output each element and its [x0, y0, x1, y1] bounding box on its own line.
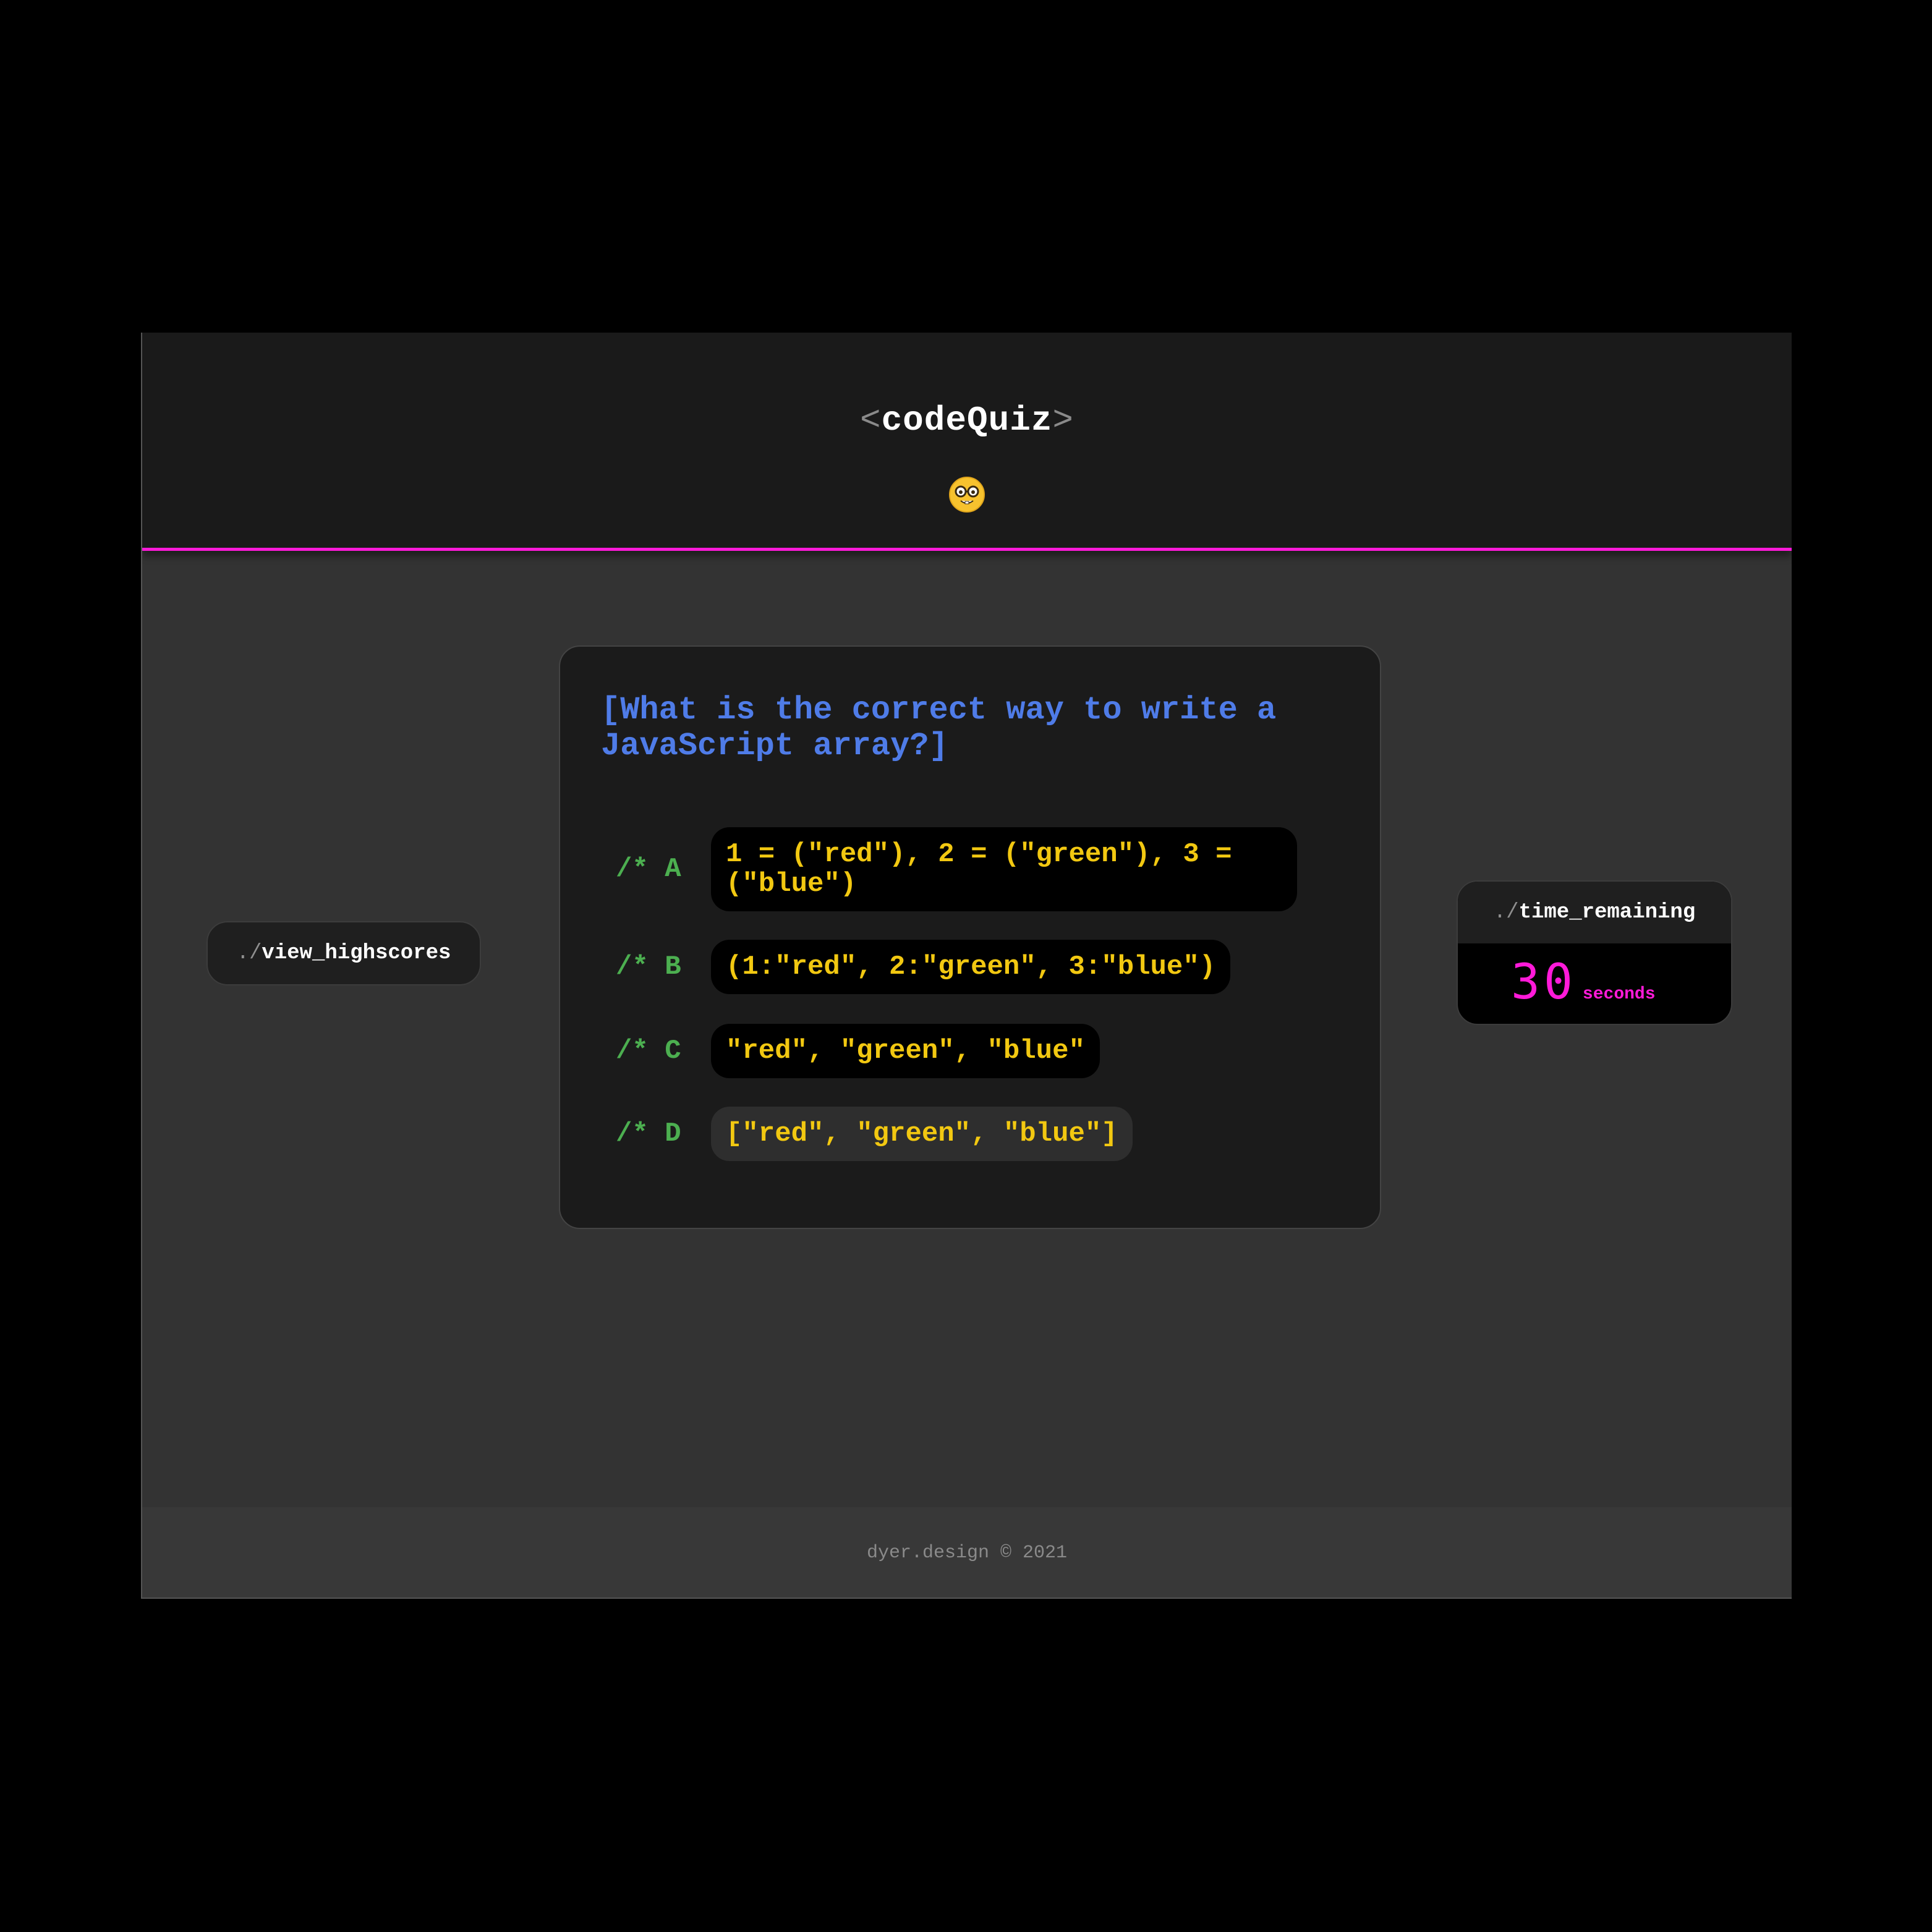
app-window: <codeQuiz> ./view_highscores [What is th… [141, 333, 1792, 1599]
time-remaining-panel: ./time_remaining 30 seconds [1457, 880, 1732, 1025]
title-close-bracket: > [1052, 401, 1075, 440]
highscores-prefix: ./ [236, 942, 262, 965]
choice-letter: /* A [616, 854, 681, 885]
title-open-bracket: < [859, 401, 882, 440]
answer-button-a[interactable]: 1 = ("red"), 2 = ("green"), 3 = ("blue") [711, 827, 1297, 911]
timer-header: ./time_remaining [1458, 882, 1731, 943]
choice-letter: /* B [616, 951, 681, 982]
timer-prefix: ./ [1493, 901, 1519, 924]
choice-row-c: /* C "red", "green", "blue" [616, 1024, 1100, 1078]
choice-row-d: /* D ["red", "green", "blue"] [616, 1107, 1133, 1161]
answer-button-c[interactable]: "red", "green", "blue" [711, 1024, 1100, 1078]
choice-row-a: /* A 1 = ("red"), 2 = ("green"), 3 = ("b… [616, 827, 1297, 911]
choice-row-b: /* B (1:"red", 2:"green", 3:"blue") [616, 940, 1231, 994]
footer-copyright: dyer.design © 2021 [866, 1543, 1068, 1564]
choice-letter: /* C [616, 1036, 681, 1066]
footer: dyer.design © 2021 [142, 1507, 1792, 1598]
nerd-face-icon [949, 477, 985, 513]
title-text: codeQuiz [881, 401, 1053, 440]
view-highscores-button[interactable]: ./view_highscores [206, 921, 481, 985]
highscores-label: view_highscores [262, 942, 451, 965]
header: <codeQuiz> [142, 333, 1792, 551]
timer-readout: 30 seconds [1511, 955, 1656, 1010]
question-text: [What is the correct way to write a Java… [601, 692, 1277, 764]
timer-value: 30 [1511, 955, 1577, 1010]
timer-label: time_remaining [1518, 901, 1696, 924]
question-card: [What is the correct way to write a Java… [559, 645, 1381, 1229]
choice-letter: /* D [616, 1118, 681, 1149]
answer-button-b[interactable]: (1:"red", 2:"green", 3:"blue") [711, 940, 1231, 994]
answer-button-d[interactable]: ["red", "green", "blue"] [711, 1107, 1133, 1161]
timer-unit: seconds [1582, 985, 1656, 1004]
page-title: <codeQuiz> [142, 401, 1792, 440]
